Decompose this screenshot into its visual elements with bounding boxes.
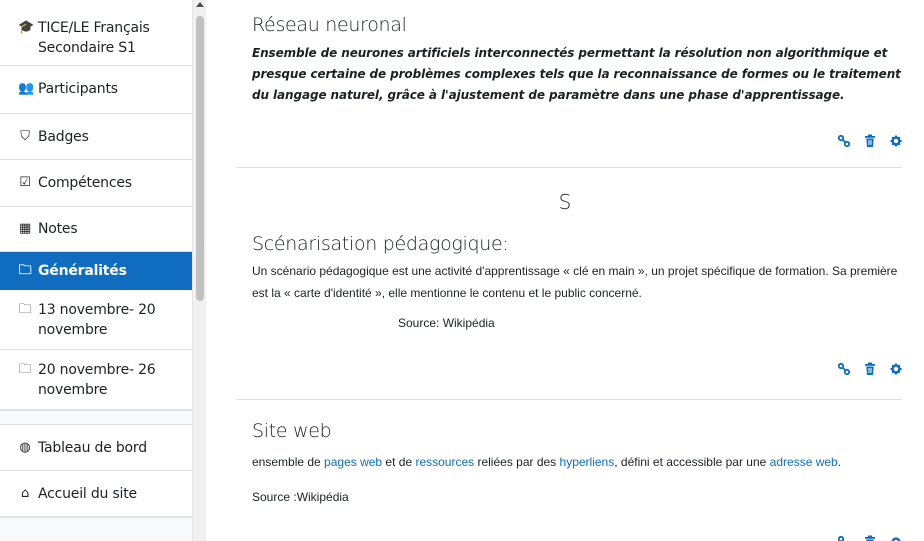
sidebar-item-week-2[interactable]: 🗀 20 novembre- 26 novembre: [0, 350, 192, 410]
entry-concept: Scénarisation pédagogique:: [252, 233, 509, 255]
sidebar-item-label: Tableau de bord: [38, 440, 147, 456]
trash-icon[interactable]: [864, 362, 876, 376]
sidebar-item-label: Participants: [38, 81, 118, 97]
site-nav-group: ◍ Tableau de bord ⌂ Accueil du site: [0, 425, 192, 518]
entry-actions: [838, 535, 902, 541]
entry-concept: Site web: [252, 420, 332, 442]
trash-icon[interactable]: [864, 535, 876, 541]
sidebar-item-competences[interactable]: ☑ Compétences: [0, 160, 192, 207]
scroll-up-arrow-icon[interactable]: [196, 2, 204, 7]
sidebar-item-label: Compétences: [38, 175, 132, 191]
glossary-entry-scenarisation: Scénarisation pédagogique: Un scénario p…: [252, 233, 902, 330]
shield-icon: ⛉: [20, 129, 30, 144]
gear-icon[interactable]: [890, 535, 902, 541]
dashboard-icon: ◍: [19, 440, 31, 455]
definition-text: et de: [382, 455, 416, 469]
sidebar-separator: [0, 411, 192, 425]
sidebar-item-dashboard[interactable]: ◍ Tableau de bord: [0, 425, 192, 471]
entry-concept: Réseau neuronal: [252, 14, 407, 36]
sidebar-scrollbar[interactable]: [192, 0, 206, 541]
sidebar-item-label: TICE/LE Français Secondaire S1: [38, 20, 150, 56]
entry-source: Source: Wikipédia: [398, 316, 495, 330]
sidebar-item-home[interactable]: ⌂ Accueil du site: [0, 471, 192, 517]
definition-text: .: [837, 455, 842, 469]
link-icon[interactable]: [838, 134, 850, 148]
sidebar-item-participants[interactable]: 👥 Participants: [0, 66, 192, 114]
graduation-cap-icon: 🎓: [18, 20, 34, 35]
course-nav-group: 🎓 TICE/LE Français Secondaire S1 👥 Parti…: [0, 0, 192, 411]
link-icon[interactable]: [838, 362, 850, 376]
home-icon: ⌂: [20, 486, 30, 501]
folder-icon: 🗀: [18, 362, 32, 377]
definition-text: , défini et accessible par une: [614, 455, 770, 469]
glossary-content: Réseau neuronal Ensemble de neurones art…: [206, 0, 924, 541]
link-icon[interactable]: [838, 535, 850, 541]
gear-icon[interactable]: [890, 362, 902, 376]
table-icon: ▦: [18, 221, 32, 236]
link-adresse-web[interactable]: adresse web: [770, 455, 838, 469]
folder-icon: 🗀: [18, 302, 32, 317]
glossary-entry-reseau: Réseau neuronal Ensemble de neurones art…: [252, 14, 902, 106]
definition-text: ensemble de: [252, 455, 325, 469]
glossary-entry-siteweb: Site web ensemble de pages web et de res…: [252, 420, 902, 504]
entry-actions: [838, 134, 902, 148]
sidebar-item-generalites[interactable]: 🗀 Généralités: [0, 252, 192, 290]
sidebar-item-label: Badges: [38, 129, 89, 145]
sidebar-item-week-1[interactable]: 🗀 13 novembre- 20 novembre: [0, 290, 192, 350]
definition-text: reliées par des: [474, 455, 560, 469]
entry-divider: [236, 167, 902, 168]
folder-icon: 🗀: [18, 263, 32, 278]
sidebar-item-label: 20 novembre- 26 novembre: [38, 362, 156, 398]
link-hyperliens[interactable]: hyperliens: [560, 455, 615, 469]
users-icon: 👥: [18, 81, 34, 96]
gear-icon[interactable]: [890, 134, 902, 148]
sidebar-item-course[interactable]: 🎓 TICE/LE Français Secondaire S1: [0, 8, 192, 66]
sidebar-item-label: 13 novembre- 20 novembre: [38, 302, 156, 338]
entry-divider: [236, 399, 902, 400]
course-index-drawer: 🎓 TICE/LE Français Secondaire S1 👥 Parti…: [0, 0, 192, 541]
scroll-thumb[interactable]: [196, 16, 204, 301]
sidebar-item-label: Accueil du site: [38, 486, 137, 502]
sidebar-item-label: Généralités: [38, 263, 127, 279]
entry-actions: [838, 362, 902, 376]
link-pages-web[interactable]: pages web: [324, 455, 382, 469]
link-ressources[interactable]: ressources: [415, 455, 474, 469]
sidebar-item-notes[interactable]: ▦ Notes: [0, 207, 192, 252]
trash-icon[interactable]: [864, 134, 876, 148]
sidebar-item-badges[interactable]: ⛉ Badges: [0, 114, 192, 160]
sidebar-item-label: Notes: [38, 221, 78, 237]
entry-definition: ensemble de pages web et de ressources r…: [252, 452, 902, 472]
letter-heading: S: [558, 190, 572, 214]
entry-definition: Un scénario pédagogique est une activité…: [252, 264, 898, 300]
checkbox-icon: ☑: [19, 175, 31, 190]
entry-source: Source :Wikipédia: [252, 490, 349, 504]
entry-definition: Ensemble de neurones artificiels interco…: [252, 46, 901, 102]
